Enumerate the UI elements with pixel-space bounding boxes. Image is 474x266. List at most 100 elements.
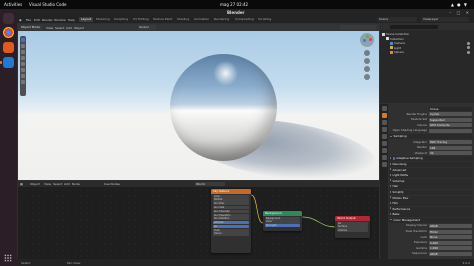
object-mode-dropdown[interactable]: Object Mode [20,25,42,30]
tab-shading[interactable]: Shading [175,17,191,22]
panel-header[interactable]: Performance [389,206,473,212]
strength-field[interactable]: Strength [265,224,300,228]
node-socket-row[interactable]: Color [265,220,300,224]
sky-texture-node[interactable]: Sky Texture Color Nishita Sun Disc Sun S… [211,189,251,253]
panel-header[interactable]: Light Paths [389,173,473,179]
tab-animation[interactable]: Animation [192,17,211,22]
world-tab-icon[interactable] [381,141,387,146]
grid-toggle-icon[interactable] [364,74,370,80]
viewport-menu-view[interactable]: View [46,26,53,30]
panel-header[interactable]: Volumes [389,178,473,184]
shader-node-editor[interactable]: ▦ Object View Select Add Node Use Nodes … [18,181,379,259]
activities-button[interactable]: Activities [4,2,22,7]
modifier-tab-icon[interactable] [381,155,387,160]
clock[interactable]: mag 27 02:42 [220,2,248,7]
material-tab-icon[interactable] [381,162,387,167]
render-tab-icon[interactable] [381,113,387,118]
transform-orientation-dropdown[interactable]: Global [138,25,156,30]
property-value-field[interactable] [429,128,472,133]
node-socket-row[interactable]: Color [213,194,249,198]
panel-header[interactable]: Simplify [389,189,473,195]
panel-checkbox[interactable] [392,156,396,160]
chrome-icon[interactable] [3,27,14,38]
node-field[interactable]: Dust [213,228,249,232]
node-socket-row[interactable]: Surface [337,225,368,229]
property-value-field[interactable]: 0.000 [429,240,472,245]
property-value-field[interactable]: Cycles [429,112,472,117]
eye-icon[interactable] [467,50,470,54]
x-axis-icon[interactable] [369,38,372,41]
menu-file[interactable]: File [26,18,31,22]
tab-uv-editing[interactable]: UV Editing [131,17,151,22]
property-value-field[interactable]: sRGB [429,251,472,256]
property-value-field[interactable]: sRGB [429,223,472,228]
property-value-field[interactable]: Path Tracing [429,140,472,145]
eye-icon[interactable] [467,41,470,45]
property-value-field[interactable]: Filmic [429,229,472,234]
tab-texture-paint[interactable]: Texture Paint [151,17,174,22]
viewport-menu-add[interactable]: Add [66,26,72,30]
eye-icon[interactable] [467,46,470,50]
tab-sculpting[interactable]: Sculpting [112,17,130,22]
cursor-tool-icon[interactable] [21,44,25,48]
sphere-object[interactable] [170,54,277,161]
outliner-row[interactable]: Scene Collection [382,32,472,36]
transform-tool-icon[interactable] [21,68,25,72]
zoom-icon[interactable] [364,50,370,56]
blender-logo-icon[interactable]: ◉ [19,18,22,22]
node-socket-row[interactable]: Background [265,216,300,220]
active-app-menu[interactable]: Visual Studio Code [29,2,66,7]
panel-header[interactable]: Advanced [389,167,473,173]
outliner-row[interactable]: Light [382,46,472,50]
tab-modeling[interactable]: Modeling [94,17,112,22]
property-value-field[interactable]: 1.000 [429,246,472,251]
terminal-icon[interactable] [3,13,14,24]
viewport-menu-select[interactable]: Select [55,26,64,30]
select-tool-icon[interactable] [21,38,25,42]
node-field[interactable]: Altitude [213,221,249,225]
outliner-row[interactable]: Sphere [382,50,472,54]
tab-rendering[interactable]: Rendering [212,17,231,22]
outliner-row[interactable]: Camera [382,41,472,45]
menu-help[interactable]: Help [68,18,75,22]
panel-header[interactable]: Bake [389,212,473,218]
app-grid-icon[interactable] [4,254,12,262]
tab-layout[interactable]: Layout [79,17,94,22]
3d-viewport[interactable]: Object Mode View Select Add Object Globa… [18,24,379,180]
system-tray[interactable]: ▲ ● ▼ [451,2,468,7]
property-value-field[interactable]: Supported [429,117,472,122]
object-tab-icon[interactable] [381,148,387,153]
node-field[interactable]: Sun Size [213,205,249,210]
target-dropdown[interactable]: All [337,221,368,225]
node-field[interactable]: Ozone [213,232,249,236]
output-tab-icon[interactable] [381,120,387,125]
measure-tool-icon[interactable] [21,80,25,84]
move-tool-icon[interactable] [21,50,25,54]
property-value-field[interactable]: 128 [429,145,472,150]
node-field[interactable]: Sun Intensity [213,209,249,213]
panel-header[interactable]: Adaptive Sampling [389,156,473,162]
node-field[interactable]: Sun Elevation [213,213,249,217]
menu-window[interactable]: Window [54,18,66,22]
scene-selector[interactable]: Scene [377,17,417,22]
panel-header[interactable]: Color Management [389,217,473,223]
node-socket-row[interactable]: Volume [337,229,368,233]
camera-view-icon[interactable] [364,66,370,72]
panel-header[interactable]: Denoising [389,161,473,167]
vscode-icon[interactable] [0,57,14,68]
scene-tab-icon[interactable] [381,134,387,139]
shading-mode-buttons[interactable] [340,25,376,30]
tool-tab-icon[interactable] [381,106,387,111]
panel-header[interactable]: Hair [389,184,473,190]
property-value-field[interactable]: None [429,235,472,240]
panel-header[interactable]: Motion Blur [389,195,473,201]
world-output-node[interactable]: World Output All Surface Volume [335,216,370,238]
viewport-menu-object[interactable]: Object [74,26,84,30]
property-value-field[interactable]: 32 [429,151,472,156]
y-axis-icon[interactable] [366,35,369,38]
navigation-gizmo[interactable] [360,33,374,47]
property-value-field[interactable]: GPU Compute [429,123,472,128]
view-layer-tab-icon[interactable] [381,127,387,132]
outliner-search-input[interactable] [390,25,438,29]
scale-tool-icon[interactable] [21,62,25,66]
